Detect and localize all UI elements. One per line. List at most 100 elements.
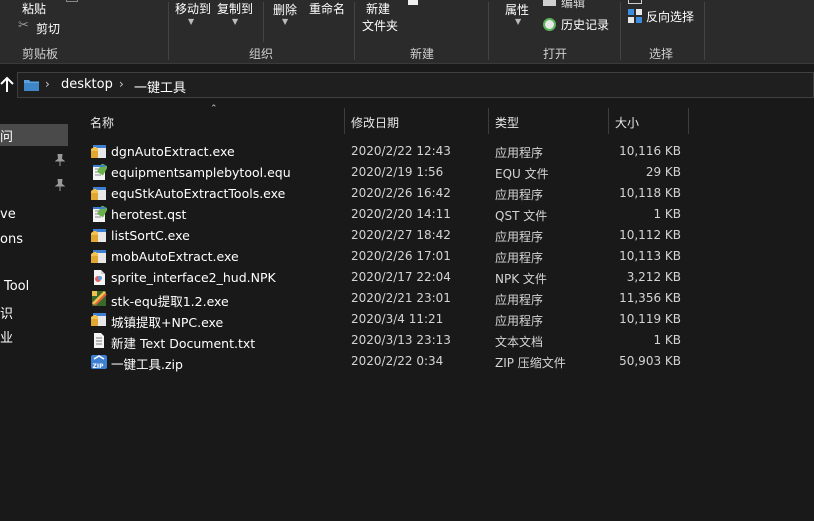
- move-to-button[interactable]: 移动到: [175, 0, 211, 17]
- address-row: › desktop › 一键工具: [0, 64, 814, 106]
- column-header-modified[interactable]: 修改日期: [351, 114, 399, 131]
- address-bar[interactable]: › desktop › 一键工具: [17, 72, 814, 98]
- paste-button[interactable]: 粘贴: [22, 0, 46, 17]
- file-row[interactable]: equipmentsamplebytool.equ 2020/2/19 1:56 E…: [70, 162, 814, 183]
- file-name: equipmentsamplebytool.equ: [111, 165, 291, 180]
- history-icon: [543, 18, 556, 31]
- file-type: 应用程序: [495, 146, 544, 160]
- pin-icon[interactable]: [54, 153, 66, 166]
- nav-item[interactable]: 识: [0, 303, 13, 322]
- select-group-label: 选择: [649, 47, 674, 61]
- organize-group-label: 组织: [249, 47, 274, 61]
- sort-ascending-icon: ⌃: [210, 104, 218, 114]
- file-modified: 2020/2/17 22:04: [351, 270, 451, 284]
- new-folder-button[interactable]: 新建: [366, 0, 390, 17]
- nav-item[interactable]: ve: [0, 207, 16, 222]
- exe-icon: [91, 227, 107, 244]
- file-modified: 2020/3/4 11:21: [351, 312, 444, 326]
- column-divider[interactable]: [344, 108, 345, 134]
- divider: [168, 2, 169, 60]
- file-row[interactable]: herotest.qst 2020/2/20 14:11 QST 文件 1 KB: [70, 204, 814, 225]
- copy-to-button[interactable]: 复制到: [217, 0, 253, 17]
- file-row[interactable]: 新建 Text Document.txt 2020/3/13 23:13 文本文档 1…: [70, 330, 814, 351]
- exe-icon: [91, 248, 107, 265]
- nav-item[interactable]: 业: [0, 327, 13, 346]
- clipboard-group-label: 剪贴板: [22, 47, 59, 61]
- select-icon: [628, 0, 642, 4]
- nav-item[interactable]: ons: [0, 232, 23, 247]
- navigation-pane: 问 ve ons Tool 识 业: [0, 106, 70, 521]
- pin-icon[interactable]: [54, 178, 66, 191]
- file-type: QST 文件: [495, 209, 548, 223]
- chevron-down-icon: ▼: [515, 17, 522, 26]
- breadcrumb-current-folder[interactable]: 一键工具: [134, 77, 186, 96]
- scissors-icon: ✂: [18, 18, 29, 33]
- exe-icon: [91, 185, 107, 202]
- breadcrumb-desktop[interactable]: desktop: [61, 77, 113, 92]
- notepad-file-icon: [91, 163, 108, 181]
- file-size: 10,112 KB: [619, 228, 681, 242]
- cut-button[interactable]: 剪切: [36, 20, 60, 37]
- new-group-label: 新建: [410, 47, 435, 61]
- file-type: 应用程序: [495, 230, 544, 244]
- file-size: 1 KB: [653, 333, 681, 347]
- copy-icon: [66, 0, 78, 2]
- exe-icon: [91, 143, 107, 160]
- file-row[interactable]: mobAutoExtract.exe 2020/2/26 17:01 应用程序 10,…: [70, 246, 814, 267]
- column-header-size[interactable]: 大小: [615, 114, 639, 131]
- file-name: dgnAutoExtract.exe: [111, 144, 235, 159]
- file-name: herotest.qst: [111, 207, 187, 222]
- file-row[interactable]: listSortC.exe 2020/2/27 18:42 应用程序 10,112 K…: [70, 225, 814, 246]
- file-row[interactable]: ZIP 一键工具.zip 2020/2/22 0:34 ZIP 压缩文件 50,903 …: [70, 351, 814, 372]
- divider: [488, 2, 489, 60]
- rename-button[interactable]: 重命名: [309, 0, 345, 17]
- edit-button[interactable]: 编辑: [561, 0, 585, 11]
- file-modified: 2020/3/13 23:13: [351, 333, 451, 347]
- file-row[interactable]: equStkAutoExtractTools.exe 2020/2/26 16:4…: [70, 183, 814, 204]
- up-arrow-icon[interactable]: [0, 76, 14, 94]
- file-size: 10,113 KB: [619, 249, 681, 263]
- file-name: stk-equ提取1.2.exe: [111, 294, 229, 309]
- file-size: 1 KB: [653, 207, 681, 221]
- column-header-row: ⌃ 名称 修改日期 类型 大小: [70, 104, 814, 136]
- file-name: 一键工具.zip: [111, 357, 183, 372]
- open-group-label: 打开: [543, 47, 568, 61]
- chevron-down-icon: ▼: [232, 17, 239, 26]
- file-type: ZIP 压缩文件: [495, 356, 566, 370]
- properties-button[interactable]: 属性: [505, 1, 529, 18]
- file-row[interactable]: stk-equ提取1.2.exe 2020/2/21 23:01 应用程序 11,35…: [70, 288, 814, 309]
- exe-icon: [91, 311, 107, 328]
- file-row[interactable]: 城镇提取+NPC.exe 2020/3/4 11:21 应用程序 10,119 KB: [70, 309, 814, 330]
- column-header-name[interactable]: 名称: [90, 114, 114, 131]
- file-modified: 2020/2/19 1:56: [351, 165, 444, 179]
- file-name: mobAutoExtract.exe: [111, 249, 239, 264]
- file-name: equStkAutoExtractTools.exe: [111, 186, 286, 201]
- file-type: 文本文档: [495, 335, 544, 349]
- file-modified: 2020/2/22 12:43: [351, 144, 451, 158]
- new-folder-label: 文件夹: [362, 19, 399, 33]
- file-name: 新建 Text Document.txt: [111, 336, 256, 351]
- column-divider[interactable]: [488, 108, 489, 134]
- ribbon: 粘贴 ✂ 剪切 剪贴板 移动到 ▼ 复制到 ▼ 删除 ▼ 重命名 组织 新建 文…: [0, 0, 814, 64]
- file-modified: 2020/2/26 17:01: [351, 249, 451, 263]
- breadcrumb-chevron-icon[interactable]: ›: [119, 77, 124, 91]
- nav-item-quick-access[interactable]: 问: [0, 126, 13, 145]
- column-divider[interactable]: [688, 108, 689, 134]
- notepad-file-icon: [91, 205, 108, 223]
- file-row[interactable]: dgnAutoExtract.exe 2020/2/22 12:43 应用程序 10,…: [70, 141, 814, 162]
- column-header-type[interactable]: 类型: [495, 114, 519, 131]
- delete-button[interactable]: 删除: [273, 1, 297, 18]
- invert-selection-button[interactable]: 反向选择: [646, 8, 694, 25]
- nav-item[interactable]: Tool: [4, 279, 29, 294]
- chevron-down-icon: ▼: [282, 17, 289, 26]
- file-type: 应用程序: [495, 188, 544, 202]
- column-divider[interactable]: [608, 108, 609, 134]
- breadcrumb-chevron-icon[interactable]: ›: [45, 77, 50, 91]
- file-size: 11,356 KB: [619, 291, 681, 305]
- file-row[interactable]: sprite_interface2_hud.NPK 2020/2/17 22:04…: [70, 267, 814, 288]
- file-modified: 2020/2/27 18:42: [351, 228, 451, 242]
- history-button[interactable]: 历史记录: [561, 16, 609, 33]
- file-list: ⌃ 名称 修改日期 类型 大小 dgnAutoExtract.exe 2020/2…: [70, 104, 814, 521]
- file-type: 应用程序: [495, 293, 544, 307]
- divider: [263, 2, 264, 42]
